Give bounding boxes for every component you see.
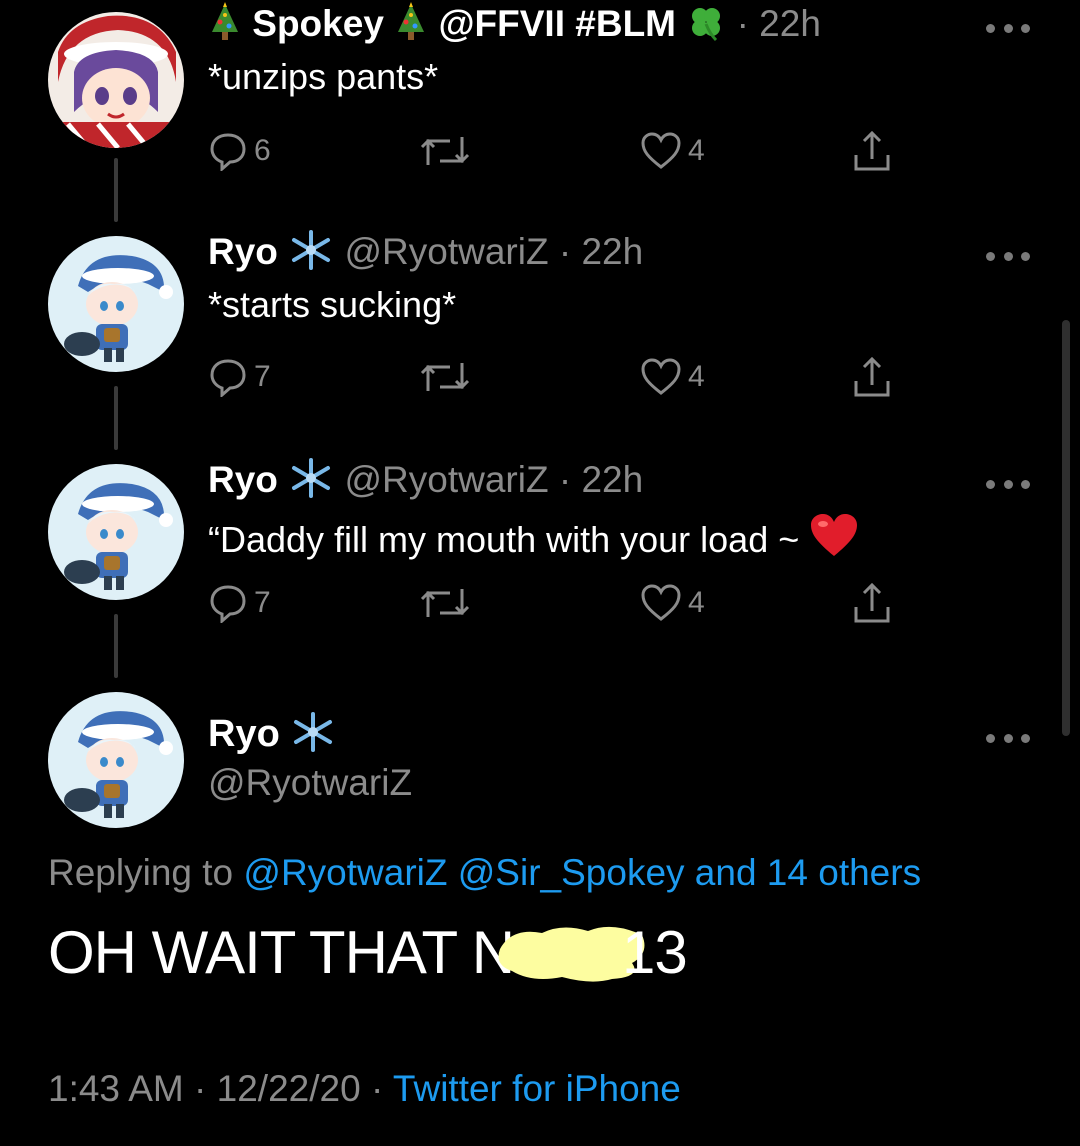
reply-button[interactable]: 6 (208, 128, 271, 174)
avatar-ryo[interactable] (48, 464, 184, 600)
thread-connector (114, 386, 118, 450)
separator: · (194, 1068, 207, 1109)
reply-count: 7 (254, 360, 271, 393)
tweet-text: *starts sucking* (208, 284, 457, 325)
share-button[interactable] (852, 128, 892, 174)
separator: · (558, 231, 572, 272)
display-name[interactable]: Ryo (208, 459, 278, 500)
tweet-meta: 1:43 AM · 12/22/20 · Twitter for iPhone (48, 1068, 681, 1110)
snowflake-icon (288, 230, 334, 279)
name-suffix[interactable]: @FFVII #BLM (438, 3, 676, 44)
reply-button[interactable]: 7 (208, 580, 271, 626)
christmas-tree-icon (394, 2, 428, 51)
like-count: 4 (688, 586, 705, 619)
main-handle[interactable]: @RyotwariZ (208, 762, 412, 804)
replying-to: Replying to @RyotwariZ @Sir_Spokey and 1… (48, 852, 921, 894)
share-button[interactable] (852, 580, 892, 626)
share-icon (854, 356, 890, 397)
more-icon[interactable] (986, 248, 1030, 264)
avatar-image (48, 12, 184, 148)
tweet-time[interactable]: 1:43 AM (48, 1068, 184, 1109)
thread-connector (114, 158, 118, 222)
red-heart-icon (809, 512, 859, 567)
four-leaf-clover-icon (686, 2, 726, 51)
main-text-after: 13 (622, 919, 688, 986)
avatar-ryo[interactable] (48, 236, 184, 372)
retweet-icon (420, 363, 470, 391)
display-name[interactable]: Ryo (208, 713, 280, 755)
reply-icon (210, 359, 246, 397)
more-icon[interactable] (986, 20, 1030, 36)
like-icon (641, 358, 681, 395)
snowflake-icon (290, 712, 336, 762)
reply-button[interactable]: 7 (208, 354, 271, 400)
reply-count: 7 (254, 586, 271, 619)
retweet-button[interactable] (418, 580, 472, 626)
main-text-before: OH WAIT THAT N (48, 919, 515, 986)
avatar-spokey[interactable] (48, 12, 184, 148)
handle[interactable]: @RyotwariZ (344, 231, 548, 272)
main-display-name[interactable]: Ryo (208, 712, 336, 762)
tweet-source-link[interactable]: Twitter for iPhone (393, 1068, 681, 1109)
replying-mentions-link[interactable]: @RyotwariZ @Sir_Spokey and 14 others (243, 852, 921, 893)
like-button[interactable]: 4 (640, 128, 705, 174)
tweet-actions: 6 4 (208, 128, 908, 174)
thread-connector (114, 614, 118, 678)
separator: · (370, 1068, 384, 1109)
avatar-image (48, 692, 184, 828)
tweet-thread: Spokey @FFVII #BLM · 22h *unzips pants* … (0, 0, 1080, 1146)
avatar-image (48, 236, 184, 372)
like-icon (641, 584, 681, 621)
tweet-actions: 7 4 (208, 580, 908, 626)
snowflake-icon (288, 458, 334, 507)
retweet-icon (420, 589, 470, 617)
scrollbar[interactable] (1062, 320, 1070, 736)
retweet-button[interactable] (418, 128, 472, 174)
reply-count: 6 (254, 134, 271, 167)
main-tweet-text: OH WAIT THAT N 13 (48, 918, 688, 987)
handle[interactable]: @RyotwariZ (344, 459, 548, 500)
separator: · (558, 459, 572, 500)
replying-prefix: Replying to (48, 852, 234, 893)
share-icon (854, 130, 890, 171)
separator: · (736, 3, 749, 44)
like-icon (641, 132, 681, 169)
retweet-icon (420, 137, 470, 165)
reply-icon (210, 133, 246, 171)
share-button[interactable] (852, 354, 892, 400)
tweet-header: Ryo @RyotwariZ · 22h (208, 230, 643, 279)
avatar-ryo[interactable] (48, 692, 184, 828)
timestamp[interactable]: 22h (759, 3, 821, 44)
avatar-image (48, 464, 184, 600)
tweet-header: Ryo @RyotwariZ · 22h (208, 458, 643, 507)
timestamp[interactable]: 22h (581, 459, 643, 500)
christmas-tree-icon (208, 2, 242, 51)
like-count: 4 (688, 134, 705, 167)
display-name[interactable]: Spokey (252, 3, 384, 44)
like-count: 4 (688, 360, 705, 393)
tweet-text: “Daddy fill my mouth with your load ~ (208, 512, 859, 567)
more-icon[interactable] (986, 730, 1030, 746)
reply-icon (210, 585, 246, 623)
tweet-header: Spokey @FFVII #BLM · 22h (208, 2, 821, 51)
tweet-date[interactable]: 12/22/20 (217, 1068, 361, 1109)
tweet-text: *unzips pants* (208, 56, 439, 97)
like-button[interactable]: 4 (640, 354, 705, 400)
tweet-actions: 7 4 (208, 354, 908, 400)
share-icon (854, 582, 890, 623)
like-button[interactable]: 4 (640, 580, 705, 626)
more-icon[interactable] (986, 476, 1030, 492)
display-name[interactable]: Ryo (208, 231, 278, 272)
tweet-text-content: “Daddy fill my mouth with your load ~ (208, 519, 800, 560)
retweet-button[interactable] (418, 354, 472, 400)
timestamp[interactable]: 22h (581, 231, 643, 272)
